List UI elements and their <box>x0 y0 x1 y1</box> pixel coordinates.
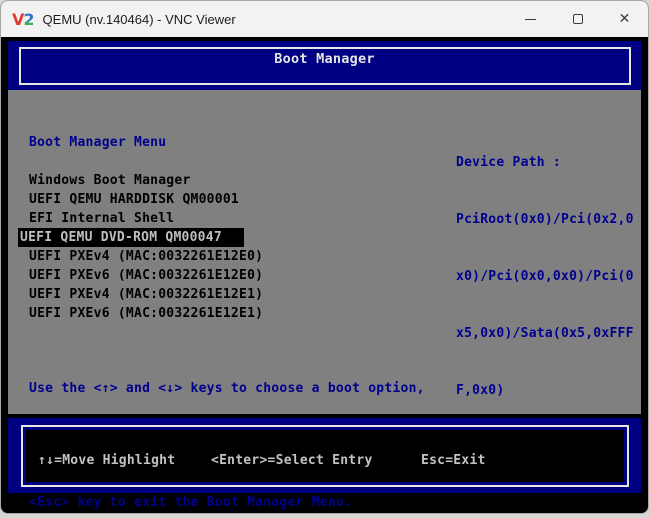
vnc-logo-icon: V2 <box>12 10 34 29</box>
boot-entry-pxev6-e1[interactable]: UEFI PXEv6 (MAC:0032261E12E1) <box>29 304 263 323</box>
key-hints-frame: ↑↓=Move Highlight <Enter>=Select Entry E… <box>21 425 629 487</box>
window-title: QEMU (nv.140464) - VNC Viewer <box>43 12 236 27</box>
hint-move-highlight: ↑↓=Move Highlight <box>38 451 175 470</box>
help-line: <Esc> key to exit the Boot Manager Menu. <box>29 493 425 512</box>
device-path-panel: Device Path : PciRoot(0x0)/Pci(0x2,0 x0)… <box>456 115 636 438</box>
boot-entry-pxev4-e1[interactable]: UEFI PXEv4 (MAC:0032261E12E1) <box>29 285 263 304</box>
vnc-viewer-window: V2 QEMU (nv.140464) - VNC Viewer ✕ Boot … <box>0 0 649 514</box>
close-button[interactable]: ✕ <box>601 1 648 37</box>
key-hints-bar: ↑↓=Move Highlight <Enter>=Select Entry E… <box>26 430 624 482</box>
boot-manager-menu-label: Boot Manager Menu <box>29 133 166 152</box>
hint-select-entry: <Enter>=Select Entry <box>211 451 373 470</box>
hint-esc-exit: Esc=Exit <box>421 451 486 470</box>
boot-manager-header-band: Boot Manager <box>8 41 641 90</box>
vnc-display: Boot Manager Boot Manager Menu Windows B… <box>2 37 649 514</box>
close-icon: ✕ <box>619 12 631 26</box>
boot-entry-pxev4-e0[interactable]: UEFI PXEv4 (MAC:0032261E12E0) <box>29 247 263 266</box>
title-bar[interactable]: V2 QEMU (nv.140464) - VNC Viewer ✕ <box>1 1 648 37</box>
device-path-line: F,0x0) <box>456 381 636 400</box>
maximize-icon <box>573 14 583 24</box>
help-line: Use the <↑> and <↓> keys to choose a boo… <box>29 379 425 398</box>
device-path-line: x0)/Pci(0x0,0x0)/Pci(0 <box>456 267 636 286</box>
boot-entry-windows-boot-manager[interactable]: Windows Boot Manager <box>29 171 191 190</box>
device-path-label: Device Path : <box>456 153 636 172</box>
boot-entry-efi-internal-shell[interactable]: EFI Internal Shell <box>29 209 174 228</box>
minimize-button[interactable] <box>507 1 554 37</box>
maximize-button[interactable] <box>554 1 601 37</box>
device-path-line: PciRoot(0x0)/Pci(0x2,0 <box>456 210 636 229</box>
uefi-boot-manager-screen: Boot Manager Boot Manager Menu Windows B… <box>8 41 641 493</box>
device-path-line: x5,0x0)/Sata(0x5,0xFFF <box>456 324 636 343</box>
boot-entry-uefi-harddisk[interactable]: UEFI QEMU HARDDISK QM00001 <box>29 190 239 209</box>
window-controls: ✕ <box>507 1 648 37</box>
boot-entry-pxev6-e0[interactable]: UEFI PXEv6 (MAC:0032261E12E0) <box>29 266 263 285</box>
page-title: Boot Manager <box>8 50 641 69</box>
minimize-icon <box>525 19 536 20</box>
key-hints-band: ↑↓=Move Highlight <Enter>=Select Entry E… <box>8 418 641 493</box>
boot-entry-uefi-dvd-rom-selected[interactable]: UEFI QEMU DVD-ROM QM00047 <box>18 228 244 247</box>
